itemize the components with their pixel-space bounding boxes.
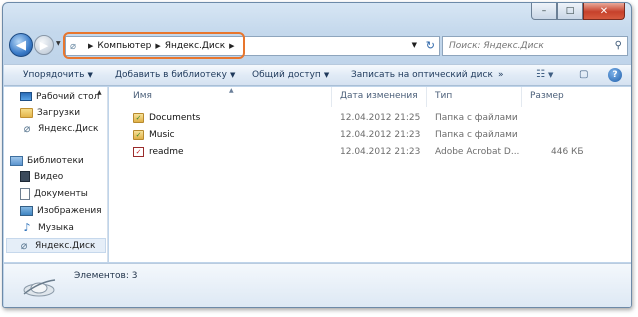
explorer-window: – □ ✕ ◀ ▶ ▼ ⌀ ▶ Компьютер ▶ Яндекс.Диск … bbox=[2, 2, 632, 308]
share-label: Общий доступ bbox=[252, 70, 321, 80]
sidebar-item-label: Изображения bbox=[37, 205, 102, 216]
sidebar-item-label: Рабочий стол bbox=[36, 91, 100, 102]
yandex-disk-icon: ⌀ bbox=[20, 239, 28, 252]
file-name: ✓ readme bbox=[133, 147, 184, 157]
add-to-library-menu[interactable]: Добавить в библиотеку ▼ bbox=[115, 70, 235, 80]
file-name: ✓ Music bbox=[133, 130, 175, 140]
sidebar-item-yandex-disk[interactable]: ⌀ Яндекс.Диск bbox=[20, 121, 99, 136]
file-date: 12.04.2012 21:25 bbox=[340, 113, 421, 123]
sidebar-item-label: Музыка bbox=[38, 222, 74, 233]
back-button[interactable]: ◀ bbox=[9, 33, 33, 57]
help-icon[interactable]: ? bbox=[608, 68, 622, 82]
search-icon[interactable]: ⚲ bbox=[615, 40, 622, 51]
sidebar-item-video[interactable]: Видео bbox=[20, 169, 63, 184]
file-type: Папка с файлами bbox=[435, 130, 518, 140]
file-row-readme[interactable]: ✓ readme 12.04.2012 21:23 Adobe Acrobat … bbox=[109, 145, 631, 161]
preview-pane-icon[interactable]: ▢ bbox=[579, 69, 588, 80]
yandex-disk-icon bbox=[23, 279, 56, 297]
navigation-pane[interactable]: ▲ Рабочий стол Загрузки ⌀ Яндекс.Диск Би… bbox=[4, 87, 108, 262]
views-glyph: ☷ bbox=[536, 69, 545, 80]
breadcrumb-separator[interactable]: ▶ bbox=[88, 42, 93, 50]
file-name-label: readme bbox=[149, 147, 184, 157]
sidebar-item-label: Загрузки bbox=[37, 107, 81, 118]
column-header-name[interactable]: Имя bbox=[133, 91, 152, 101]
breadcrumb-separator[interactable]: ▶ bbox=[229, 42, 234, 50]
sort-ascending-icon: ▲ bbox=[229, 87, 234, 94]
window-controls: – □ ✕ bbox=[531, 3, 625, 20]
breadcrumb-yandex-disk[interactable]: Яндекс.Диск bbox=[165, 41, 225, 51]
column-header-type[interactable]: Тип bbox=[435, 91, 452, 101]
add-to-library-label: Добавить в библиотеку bbox=[115, 70, 227, 80]
column-divider[interactable] bbox=[426, 87, 427, 107]
sidebar-item-label: Яндекс.Диск bbox=[38, 123, 99, 134]
search-input[interactable] bbox=[443, 41, 603, 51]
music-icon: ♪ bbox=[23, 221, 31, 234]
yandex-disk-icon: ⌀ bbox=[70, 40, 77, 52]
close-button[interactable]: ✕ bbox=[583, 3, 625, 20]
recent-pages-dropdown[interactable]: ▼ bbox=[56, 40, 61, 47]
maximize-button[interactable]: □ bbox=[557, 3, 583, 20]
address-dropdown-icon[interactable]: ▼ bbox=[412, 41, 417, 49]
file-date: 12.04.2012 21:23 bbox=[340, 147, 421, 157]
file-type: Папка с файлами bbox=[435, 113, 518, 123]
item-count: Элементов: 3 bbox=[74, 271, 138, 281]
file-row-music[interactable]: ✓ Music 12.04.2012 21:23 Папка с файлами bbox=[109, 128, 631, 144]
sidebar-item-yandex-disk-library[interactable]: ⌀ Яндекс.Диск bbox=[6, 238, 106, 253]
sidebar-item-desktop[interactable]: Рабочий стол bbox=[20, 89, 99, 104]
file-size: 446 КБ bbox=[551, 147, 584, 157]
forward-button[interactable]: ▶ bbox=[34, 35, 54, 55]
file-list[interactable]: Имя ▲ Дата изменения Тип Размер ✓ Docume… bbox=[109, 87, 631, 262]
address-bar[interactable]: ⌀ ▶ Компьютер ▶ Яндекс.Диск ▶ ▼ ↻ bbox=[65, 36, 440, 56]
chevron-down-icon: ▼ bbox=[87, 71, 93, 79]
column-divider[interactable] bbox=[521, 87, 522, 107]
file-name-label: Documents bbox=[149, 113, 201, 123]
views-icon[interactable]: ☷ ▼ bbox=[536, 69, 553, 80]
file-row-documents[interactable]: ✓ Documents 12.04.2012 21:25 Папка с фай… bbox=[109, 111, 631, 127]
yandex-disk-icon: ⌀ bbox=[23, 122, 31, 135]
file-date: 12.04.2012 21:23 bbox=[340, 130, 421, 140]
organize-label: Упорядочить bbox=[23, 70, 85, 80]
organize-menu[interactable]: Упорядочить ▼ bbox=[23, 70, 93, 80]
sync-folder-icon: ✓ bbox=[133, 130, 144, 140]
chevron-down-icon: ▼ bbox=[323, 71, 330, 79]
sidebar-item-label: Видео bbox=[34, 171, 64, 182]
burn-button[interactable]: Записать на оптический диск bbox=[351, 70, 493, 80]
minimize-button[interactable]: – bbox=[531, 3, 557, 20]
sidebar-item-label: Библиотеки bbox=[27, 155, 84, 166]
more-commands-button[interactable]: » bbox=[498, 70, 504, 80]
details-pane: Элементов: 3 bbox=[4, 263, 631, 307]
pdf-file-icon: ✓ bbox=[133, 147, 144, 157]
libraries-icon bbox=[10, 155, 23, 166]
folder-icon bbox=[20, 107, 33, 118]
command-bar: Упорядочить ▼ Добавить в библиотеку ▼ Общи… bbox=[4, 64, 631, 86]
sidebar-item-label: Документы bbox=[34, 188, 88, 199]
desktop-icon bbox=[20, 92, 32, 101]
file-type: Adobe Acrobat D... bbox=[435, 147, 520, 157]
sidebar-item-label: Яндекс.Диск bbox=[35, 240, 96, 251]
chevron-down-icon: ▼ bbox=[547, 71, 554, 79]
sidebar-item-downloads[interactable]: Загрузки bbox=[20, 105, 80, 120]
sync-folder-icon: ✓ bbox=[133, 113, 144, 123]
sidebar-item-music[interactable]: ♪ Музыка bbox=[20, 220, 74, 235]
documents-icon bbox=[20, 187, 30, 200]
sidebar-item-images[interactable]: Изображения bbox=[20, 203, 102, 218]
sidebar-item-documents[interactable]: Документы bbox=[20, 186, 88, 201]
share-menu[interactable]: Общий доступ ▼ bbox=[252, 70, 329, 80]
search-box[interactable]: ⚲ bbox=[442, 36, 628, 56]
column-header-date[interactable]: Дата изменения bbox=[340, 91, 418, 101]
chevron-down-icon: ▼ bbox=[229, 71, 236, 79]
breadcrumb-computer[interactable]: Компьютер bbox=[97, 41, 151, 51]
file-name-label: Music bbox=[149, 130, 175, 140]
refresh-icon[interactable]: ↻ bbox=[426, 39, 435, 52]
sidebar-item-libraries[interactable]: Библиотеки bbox=[10, 153, 84, 168]
video-icon bbox=[20, 171, 30, 182]
file-name: ✓ Documents bbox=[133, 113, 200, 123]
images-icon bbox=[20, 205, 33, 216]
column-header-size[interactable]: Размер bbox=[530, 91, 564, 101]
column-divider[interactable] bbox=[331, 87, 332, 107]
breadcrumb-separator[interactable]: ▶ bbox=[155, 42, 160, 50]
